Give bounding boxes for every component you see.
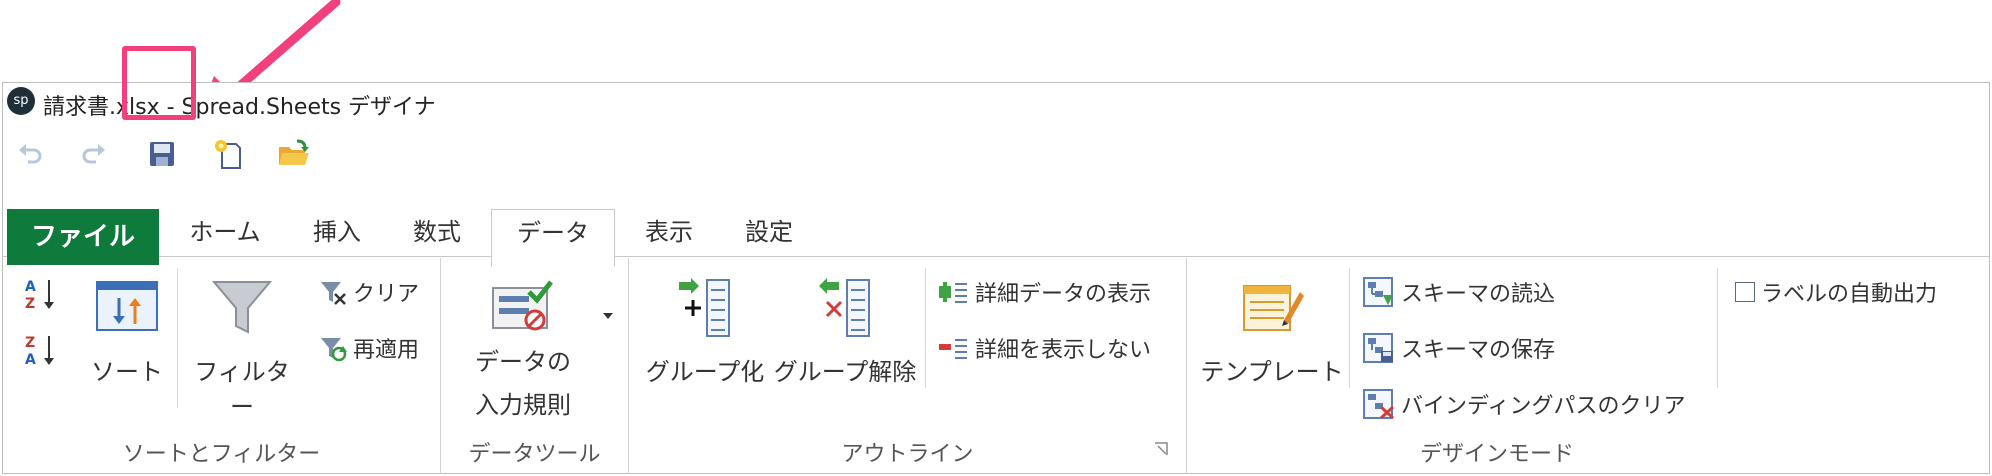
dialog-launcher-icon [1155, 442, 1168, 455]
window-title: 請求書.xlsx - Spread.Sheets デザイナ [43, 95, 436, 120]
separator [925, 268, 926, 388]
group-label-sort-filter: ソートとフィルター [122, 442, 321, 467]
clear-binding-icon [1363, 389, 1395, 419]
sort-descending-icon: Z A [25, 335, 54, 368]
svg-text:Z: Z [25, 335, 35, 351]
undo-button[interactable] [9, 133, 51, 175]
template-icon [1243, 285, 1304, 331]
ungroup-label: グループ解除 [773, 358, 917, 386]
tab-formulas[interactable]: 数式 [393, 209, 481, 257]
ungroup-icon [819, 278, 870, 337]
filter-button[interactable]: フィルター [183, 278, 301, 422]
group-label: グループ化 [645, 358, 765, 386]
outline-settings-launcher[interactable] [1154, 441, 1168, 460]
tab-insert[interactable]: 挿入 [293, 209, 381, 257]
new-file-icon [215, 140, 241, 169]
open-button[interactable] [273, 133, 315, 175]
hide-detail-icon [939, 339, 967, 359]
group-sort-filter: A Z Z A ソート フィルター クリア 再適用 ソートとフィルター [3, 258, 441, 474]
reapply-button[interactable]: 再適用 [319, 332, 419, 364]
hide-detail-button[interactable]: 詳細を表示しない [939, 332, 1151, 364]
save-schema-icon [1363, 333, 1393, 363]
load-schema-icon [1363, 277, 1393, 307]
group-label-design-mode: デザインモード [1419, 442, 1574, 467]
redo-button[interactable] [73, 133, 115, 175]
svg-text:A: A [25, 279, 36, 295]
new-file-button[interactable] [207, 133, 249, 175]
ribbon-data: A Z Z A ソート フィルター クリア 再適用 ソートとフィルター データの… [3, 258, 1989, 474]
svg-text:Z: Z [25, 296, 35, 312]
reapply-filter-icon [321, 338, 347, 362]
filter-label: フィルター [194, 358, 290, 421]
template-label: テンプレート [1200, 358, 1344, 386]
group-label-data-tools: データツール [468, 442, 601, 467]
tab-view[interactable]: 表示 [625, 209, 713, 257]
show-detail-label: 詳細データの表示 [975, 282, 1152, 307]
separator [1717, 268, 1718, 388]
ribbon-tabs: ファイル ホーム 挿入 数式 データ 表示 設定 [3, 199, 1989, 267]
clear-filter-icon [321, 282, 346, 305]
clear-binding-button[interactable]: バインディングパスのクリア [1363, 388, 1685, 420]
sort-ascending-icon: A Z [25, 279, 54, 312]
app-icon: sp [7, 87, 35, 115]
sort-icon [96, 281, 158, 331]
save-schema-button[interactable]: スキーマの保存 [1363, 332, 1555, 364]
tab-home[interactable]: ホーム [169, 209, 281, 257]
group-icon [679, 278, 730, 337]
auto-label-label: ラベルの自動出力 [1761, 282, 1938, 307]
save-highlight-box [122, 46, 196, 120]
load-schema-button[interactable]: スキーマの読込 [1363, 276, 1555, 308]
group-label-outline: アウトライン [841, 442, 974, 467]
tab-settings[interactable]: 設定 [725, 209, 813, 257]
data-validation-dropdown[interactable] [601, 306, 615, 325]
separator [177, 268, 178, 408]
save-schema-label: スキーマの保存 [1401, 338, 1556, 363]
data-validation-icon [492, 280, 553, 331]
reapply-label: 再適用 [353, 338, 420, 363]
auto-label-checkbox[interactable]: ラベルの自動出力 [1735, 276, 1937, 308]
clear-button[interactable]: クリア [319, 276, 419, 308]
designer-window: sp 請求書.xlsx - Spread.Sheets デザイナ ファイル ホー… [2, 82, 1990, 474]
show-detail-icon [939, 282, 967, 303]
clear-binding-label: バインディングパスのクリア [1401, 394, 1686, 419]
template-button[interactable]: テンプレート [1199, 278, 1345, 387]
ungroup-button[interactable]: グループ解除 [771, 278, 919, 387]
group-design-mode: テンプレート スキーマの読込 スキーマの保存 バインディングパスのクリア ラベル… [1187, 258, 1991, 474]
data-validation-button[interactable]: データの 入力規則 [455, 278, 591, 420]
dropdown-arrow-icon [603, 313, 613, 319]
sort-descending-button[interactable]: Z A [23, 332, 59, 368]
sort-label: ソート [91, 358, 163, 386]
quick-access-toolbar [3, 125, 1989, 185]
show-detail-button[interactable]: 詳細データの表示 [939, 276, 1151, 308]
checkbox-icon [1735, 282, 1755, 302]
separator [1349, 268, 1350, 388]
data-validation-label-2: 入力規則 [475, 391, 571, 419]
save-button[interactable] [141, 133, 183, 175]
open-folder-icon [279, 139, 309, 165]
load-schema-label: スキーマの読込 [1401, 282, 1556, 307]
sort-button[interactable]: ソート [81, 278, 173, 387]
undo-icon [19, 144, 42, 164]
clear-label: クリア [353, 282, 420, 307]
redo-icon [82, 144, 105, 164]
group-outline: グループ化 グループ解除 詳細データの表示 詳細を表示しない アウトライン [629, 258, 1187, 474]
sort-ascending-button[interactable]: A Z [23, 276, 59, 312]
title-bar: sp 請求書.xlsx - Spread.Sheets デザイナ [3, 83, 1989, 123]
group-data-tools: データの 入力規則 データツール [441, 258, 629, 474]
filter-icon [211, 281, 273, 334]
group-button[interactable]: グループ化 [641, 278, 769, 387]
hide-detail-label: 詳細を表示しない [975, 338, 1152, 363]
tab-file[interactable]: ファイル [7, 209, 159, 265]
data-validation-label-1: データの [475, 348, 571, 376]
svg-text:A: A [25, 352, 36, 368]
save-icon [150, 142, 174, 166]
